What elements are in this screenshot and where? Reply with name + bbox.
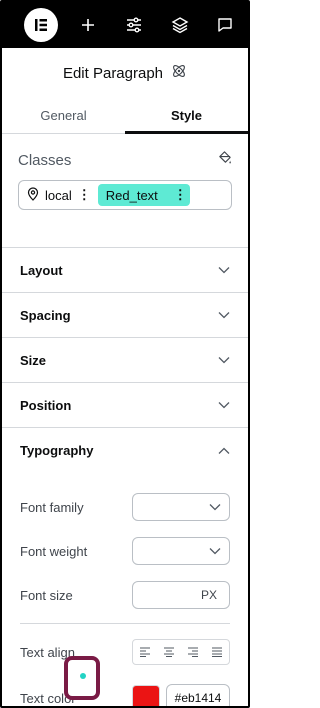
section-label: Size xyxy=(20,352,47,368)
section-size[interactable]: Size xyxy=(2,338,248,383)
location-pin-icon xyxy=(27,186,39,204)
color-hex-input[interactable]: #eb1414 xyxy=(166,684,230,706)
font-family-select[interactable] xyxy=(132,493,230,521)
paint-bucket-icon[interactable] xyxy=(217,150,232,170)
section-label: Position xyxy=(20,397,72,413)
chevron-down-icon xyxy=(209,498,221,516)
font-weight-label: Font weight xyxy=(20,543,88,559)
class-chip-red-text[interactable]: Red_text ⋮ xyxy=(97,184,190,206)
panel-tabs: General Style xyxy=(2,98,248,134)
editor-panel: Edit Paragraph General Style Classes loc… xyxy=(0,0,250,708)
section-label: Layout xyxy=(20,262,63,278)
font-family-row: Font family xyxy=(2,485,248,529)
comment-icon[interactable] xyxy=(202,2,248,48)
layers-icon[interactable] xyxy=(157,2,203,48)
color-swatch[interactable] xyxy=(132,685,160,706)
align-justify-icon[interactable] xyxy=(205,640,229,664)
classes-label: Classes xyxy=(18,151,72,169)
font-weight-select[interactable] xyxy=(132,537,230,565)
chip-menu-icon[interactable]: ⋮ xyxy=(78,187,91,203)
classes-section: Classes local ⋮ Red_text ⋮ xyxy=(2,134,248,248)
sliders-icon[interactable] xyxy=(111,2,157,48)
elementor-logo-icon[interactable] xyxy=(24,8,58,42)
section-layout[interactable]: Layout xyxy=(2,248,248,293)
font-family-label: Font family xyxy=(20,499,84,515)
chevron-down-icon xyxy=(218,351,230,369)
section-typography[interactable]: Typography xyxy=(2,428,248,473)
align-left-icon[interactable] xyxy=(133,640,157,664)
font-size-label: Font size xyxy=(20,587,73,603)
panel-title: Edit Paragraph xyxy=(62,64,164,82)
font-size-unit[interactable]: PX xyxy=(201,588,217,602)
font-size-row: Font size PX xyxy=(2,573,248,617)
panel-header: Edit Paragraph xyxy=(2,48,248,98)
classes-input[interactable]: local ⋮ Red_text ⋮ xyxy=(18,180,232,210)
chevron-down-icon xyxy=(218,306,230,324)
chip-menu-icon[interactable]: ⋮ xyxy=(174,187,187,203)
chevron-up-icon xyxy=(218,442,230,460)
chevron-down-icon xyxy=(218,396,230,414)
section-spacing[interactable]: Spacing xyxy=(2,293,248,338)
divider xyxy=(20,623,230,624)
atom-icon xyxy=(171,63,187,84)
chip-label-red-text: Red_text xyxy=(105,187,158,203)
tab-style[interactable]: Style xyxy=(125,98,248,134)
chip-label-local: local xyxy=(45,187,72,203)
text-color-row: Text color #eb1414 xyxy=(2,676,248,706)
text-align-row: Text align xyxy=(2,630,248,674)
font-size-input[interactable]: PX xyxy=(132,581,230,609)
font-weight-row: Font weight xyxy=(2,529,248,573)
chevron-down-icon xyxy=(218,261,230,279)
text-align-control xyxy=(132,639,230,665)
section-label: Typography xyxy=(20,443,94,458)
section-position[interactable]: Position xyxy=(2,383,248,428)
tab-general[interactable]: General xyxy=(2,98,125,133)
top-toolbar xyxy=(2,2,248,48)
chevron-down-icon xyxy=(209,542,221,560)
changed-indicator-dot xyxy=(80,673,86,679)
align-center-icon[interactable] xyxy=(157,640,181,664)
class-chip-local[interactable]: local ⋮ xyxy=(23,184,94,206)
align-right-icon[interactable] xyxy=(181,640,205,664)
plus-icon[interactable] xyxy=(66,2,112,48)
color-hex-value: #eb1414 xyxy=(174,691,222,705)
section-label: Spacing xyxy=(20,307,71,323)
